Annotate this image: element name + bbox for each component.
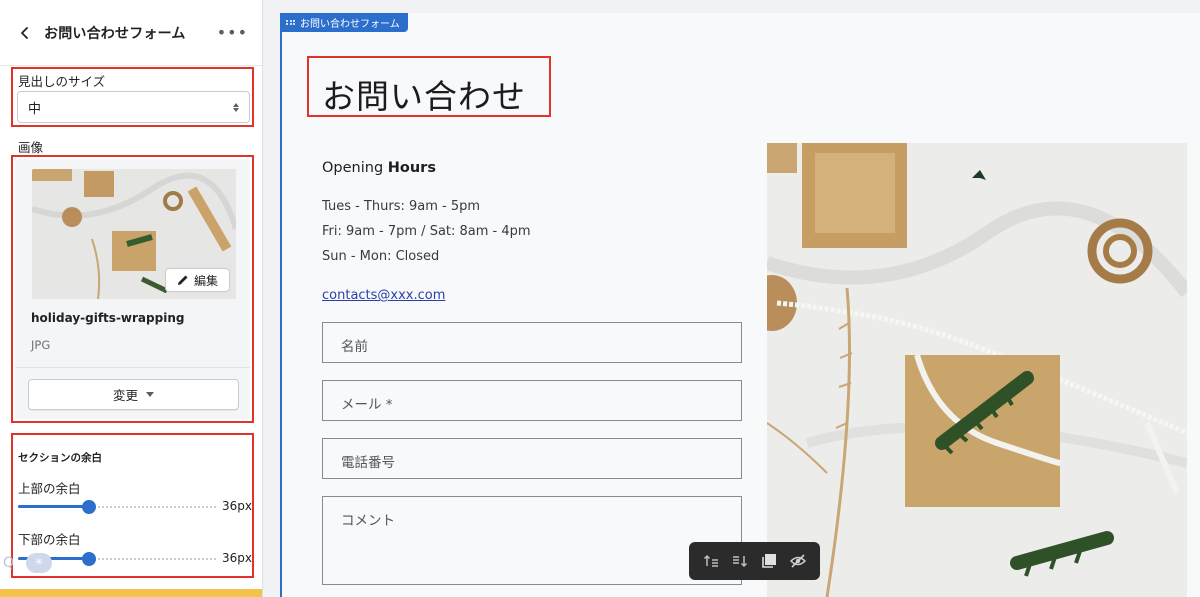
- image-file-name: holiday-gifts-wrapping: [31, 311, 185, 325]
- heading-size-value: 中: [28, 101, 42, 117]
- gift-wrapping-photo: [767, 143, 1187, 597]
- hours-title-prefix: Opening: [322, 160, 384, 176]
- bottom-margin-label: 下部の余白: [18, 532, 81, 547]
- more-actions-icon[interactable]: •••: [217, 23, 248, 42]
- section-tag[interactable]: お問い合わせフォーム: [280, 13, 408, 32]
- slider-knob[interactable]: [82, 552, 97, 566]
- sidebar-title: お問い合わせフォーム: [44, 25, 186, 42]
- section-margin-title: セクションの余白: [18, 452, 102, 464]
- back-chevron-icon[interactable]: [16, 24, 34, 42]
- name-field[interactable]: 名前: [322, 322, 742, 363]
- top-margin-label: 上部の余白: [18, 481, 81, 496]
- hide-icon[interactable]: [788, 551, 808, 571]
- pencil-icon: [177, 275, 188, 285]
- slider-fill: [18, 505, 90, 508]
- image-card: 編集 holiday-gifts-wrapping JPG 変更: [15, 159, 250, 419]
- card-divider: [15, 367, 250, 368]
- duplicate-icon[interactable]: [759, 551, 779, 571]
- settings-sidebar: お問い合わせフォーム ••• 見出しのサイズ 中 画像 編集 holiday-g…: [0, 0, 263, 597]
- sidebar-header: お問い合わせフォーム •••: [0, 0, 262, 66]
- widget-letter: Q: [3, 555, 15, 571]
- hours-line: Fri: 9am - 7pm / Sat: 8am - 4pm: [322, 224, 531, 239]
- hours-title: Opening Hours: [322, 160, 436, 176]
- hours-line: Sun - Mon: Closed: [322, 249, 440, 264]
- widget-icon: ✳: [26, 553, 52, 573]
- select-arrows-icon: [233, 102, 239, 112]
- bottom-margin-value: 36px: [222, 551, 252, 565]
- page-heading: お問い合わせ: [322, 77, 526, 116]
- hours-title-bold: Hours: [387, 160, 436, 176]
- image-label: 画像: [18, 140, 44, 155]
- edit-image-button[interactable]: 編集: [165, 268, 230, 292]
- drag-handle-icon: [286, 19, 295, 26]
- move-down-icon[interactable]: [730, 551, 750, 571]
- slider-knob[interactable]: [82, 500, 97, 514]
- heading-size-label: 見出しのサイズ: [18, 74, 106, 89]
- phone-field[interactable]: 電話番号: [322, 438, 742, 479]
- heading-size-select[interactable]: 中: [17, 91, 250, 123]
- move-up-icon[interactable]: [701, 551, 721, 571]
- floating-widget[interactable]: Q ✳: [0, 552, 52, 576]
- comment-field[interactable]: コメント: [322, 496, 742, 585]
- change-image-label: 変更: [112, 388, 138, 403]
- section-toolbar: [689, 542, 820, 580]
- top-margin-slider[interactable]: [18, 500, 216, 514]
- change-image-button[interactable]: 変更: [28, 379, 239, 410]
- email-field[interactable]: メール *: [322, 380, 742, 421]
- notification-toast[interactable]: [0, 589, 262, 597]
- email-link[interactable]: contacts@xxx.com: [322, 288, 445, 303]
- caret-down-icon: [146, 392, 154, 397]
- top-margin-value: 36px: [222, 499, 252, 513]
- image-file-type: JPG: [31, 338, 51, 352]
- hours-line: Tues - Thurs: 9am - 5pm: [322, 199, 481, 214]
- section-tag-label: お問い合わせフォーム: [300, 19, 400, 30]
- edit-image-label: 編集: [193, 273, 218, 288]
